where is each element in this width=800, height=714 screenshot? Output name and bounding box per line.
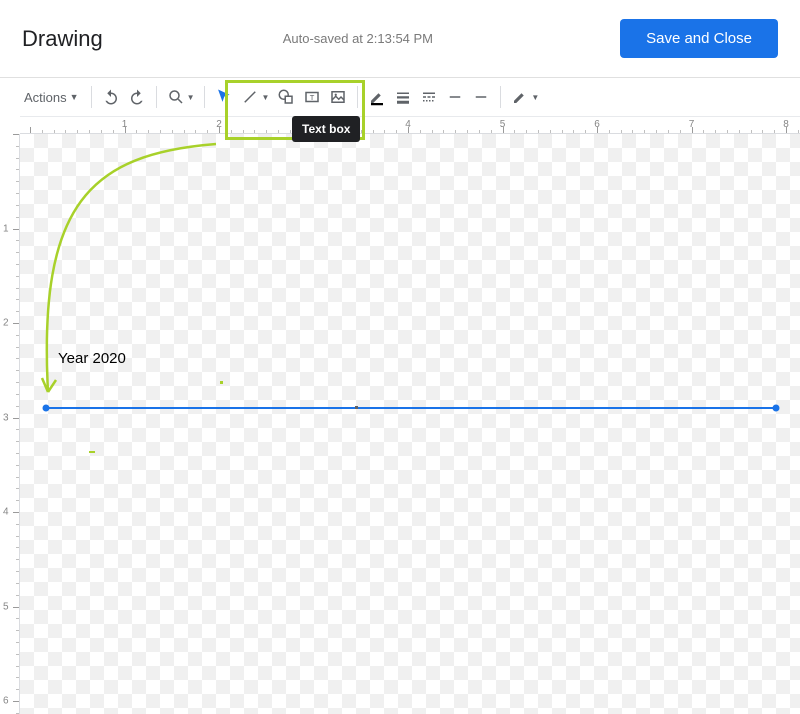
annotation-mark — [89, 451, 95, 453]
border-dash-button[interactable] — [416, 84, 442, 110]
caret-down-icon: ▼ — [70, 92, 79, 102]
zoom-icon — [167, 88, 185, 106]
annotation-mark — [220, 381, 223, 384]
line-midpoint[interactable] — [355, 406, 358, 409]
undo-button[interactable] — [98, 84, 124, 110]
save-and-close-button[interactable]: Save and Close — [620, 19, 778, 58]
line-handle-right[interactable] — [773, 405, 780, 412]
actions-menu-button[interactable]: Actions ▼ — [18, 84, 85, 110]
toolbar-divider — [156, 86, 157, 108]
vertical-ruler: 1 2 3 4 5 6 — [0, 134, 20, 714]
line-start-button[interactable] — [442, 84, 468, 110]
caret-down-icon[interactable]: ▼ — [531, 93, 539, 102]
redo-icon — [128, 88, 146, 106]
redo-button[interactable] — [124, 84, 150, 110]
ruler-v-label: 1 — [3, 223, 9, 234]
line-handle-left[interactable] — [43, 405, 50, 412]
border-dash-icon — [420, 88, 438, 106]
actions-label: Actions — [24, 90, 67, 105]
annotation-arrow — [20, 134, 800, 714]
line-icon — [241, 88, 259, 106]
caret-down-icon[interactable]: ▼ — [187, 93, 195, 102]
tooltip-textbox: Text box — [292, 116, 360, 142]
autosave-status: Auto-saved at 2:13:54 PM — [283, 31, 620, 46]
ruler-v-label: 3 — [3, 412, 9, 423]
image-tool-button[interactable] — [325, 84, 351, 110]
undo-icon — [102, 88, 120, 106]
toolbar-divider — [500, 86, 501, 108]
dialog-header: Drawing Auto-saved at 2:13:54 PM Save an… — [0, 0, 800, 78]
pencil-icon — [368, 88, 386, 106]
canvas-line-shape[interactable] — [46, 407, 776, 409]
border-weight-button[interactable] — [390, 84, 416, 110]
line-tool-button[interactable] — [237, 84, 263, 110]
ruler-v-label: 4 — [3, 507, 9, 518]
border-weight-icon — [394, 88, 412, 106]
horizontal-ruler: 12345678 — [20, 116, 800, 134]
line-start-icon — [446, 88, 464, 106]
line-end-icon — [472, 88, 490, 106]
border-color-button[interactable] — [364, 84, 390, 110]
select-tool-button[interactable] — [211, 84, 237, 110]
dialog-title: Drawing — [22, 26, 103, 52]
toolbar: Actions ▼ ▼ ▼ T — [0, 78, 800, 116]
textbox-tool-button[interactable]: T — [299, 84, 325, 110]
canvas-text-year[interactable]: Year 2020 — [58, 350, 126, 367]
select-icon — [215, 88, 233, 106]
ruler-v-label: 2 — [3, 318, 9, 329]
caret-down-icon[interactable]: ▼ — [261, 93, 269, 102]
ruler-v-label: 5 — [3, 601, 9, 612]
toolbar-divider — [357, 86, 358, 108]
toolbar-divider — [91, 86, 92, 108]
line-end-button[interactable] — [468, 84, 494, 110]
textbox-icon: T — [303, 88, 321, 106]
drawing-canvas[interactable]: Year 2020 — [20, 134, 800, 714]
image-icon — [329, 88, 347, 106]
svg-text:T: T — [310, 93, 315, 102]
format-options-button[interactable] — [507, 84, 533, 110]
toolbar-divider — [204, 86, 205, 108]
shape-tool-button[interactable] — [273, 84, 299, 110]
ruler-v-label: 6 — [3, 696, 9, 707]
format-paint-icon — [511, 88, 529, 106]
shape-icon — [277, 88, 295, 106]
zoom-button[interactable] — [163, 84, 189, 110]
